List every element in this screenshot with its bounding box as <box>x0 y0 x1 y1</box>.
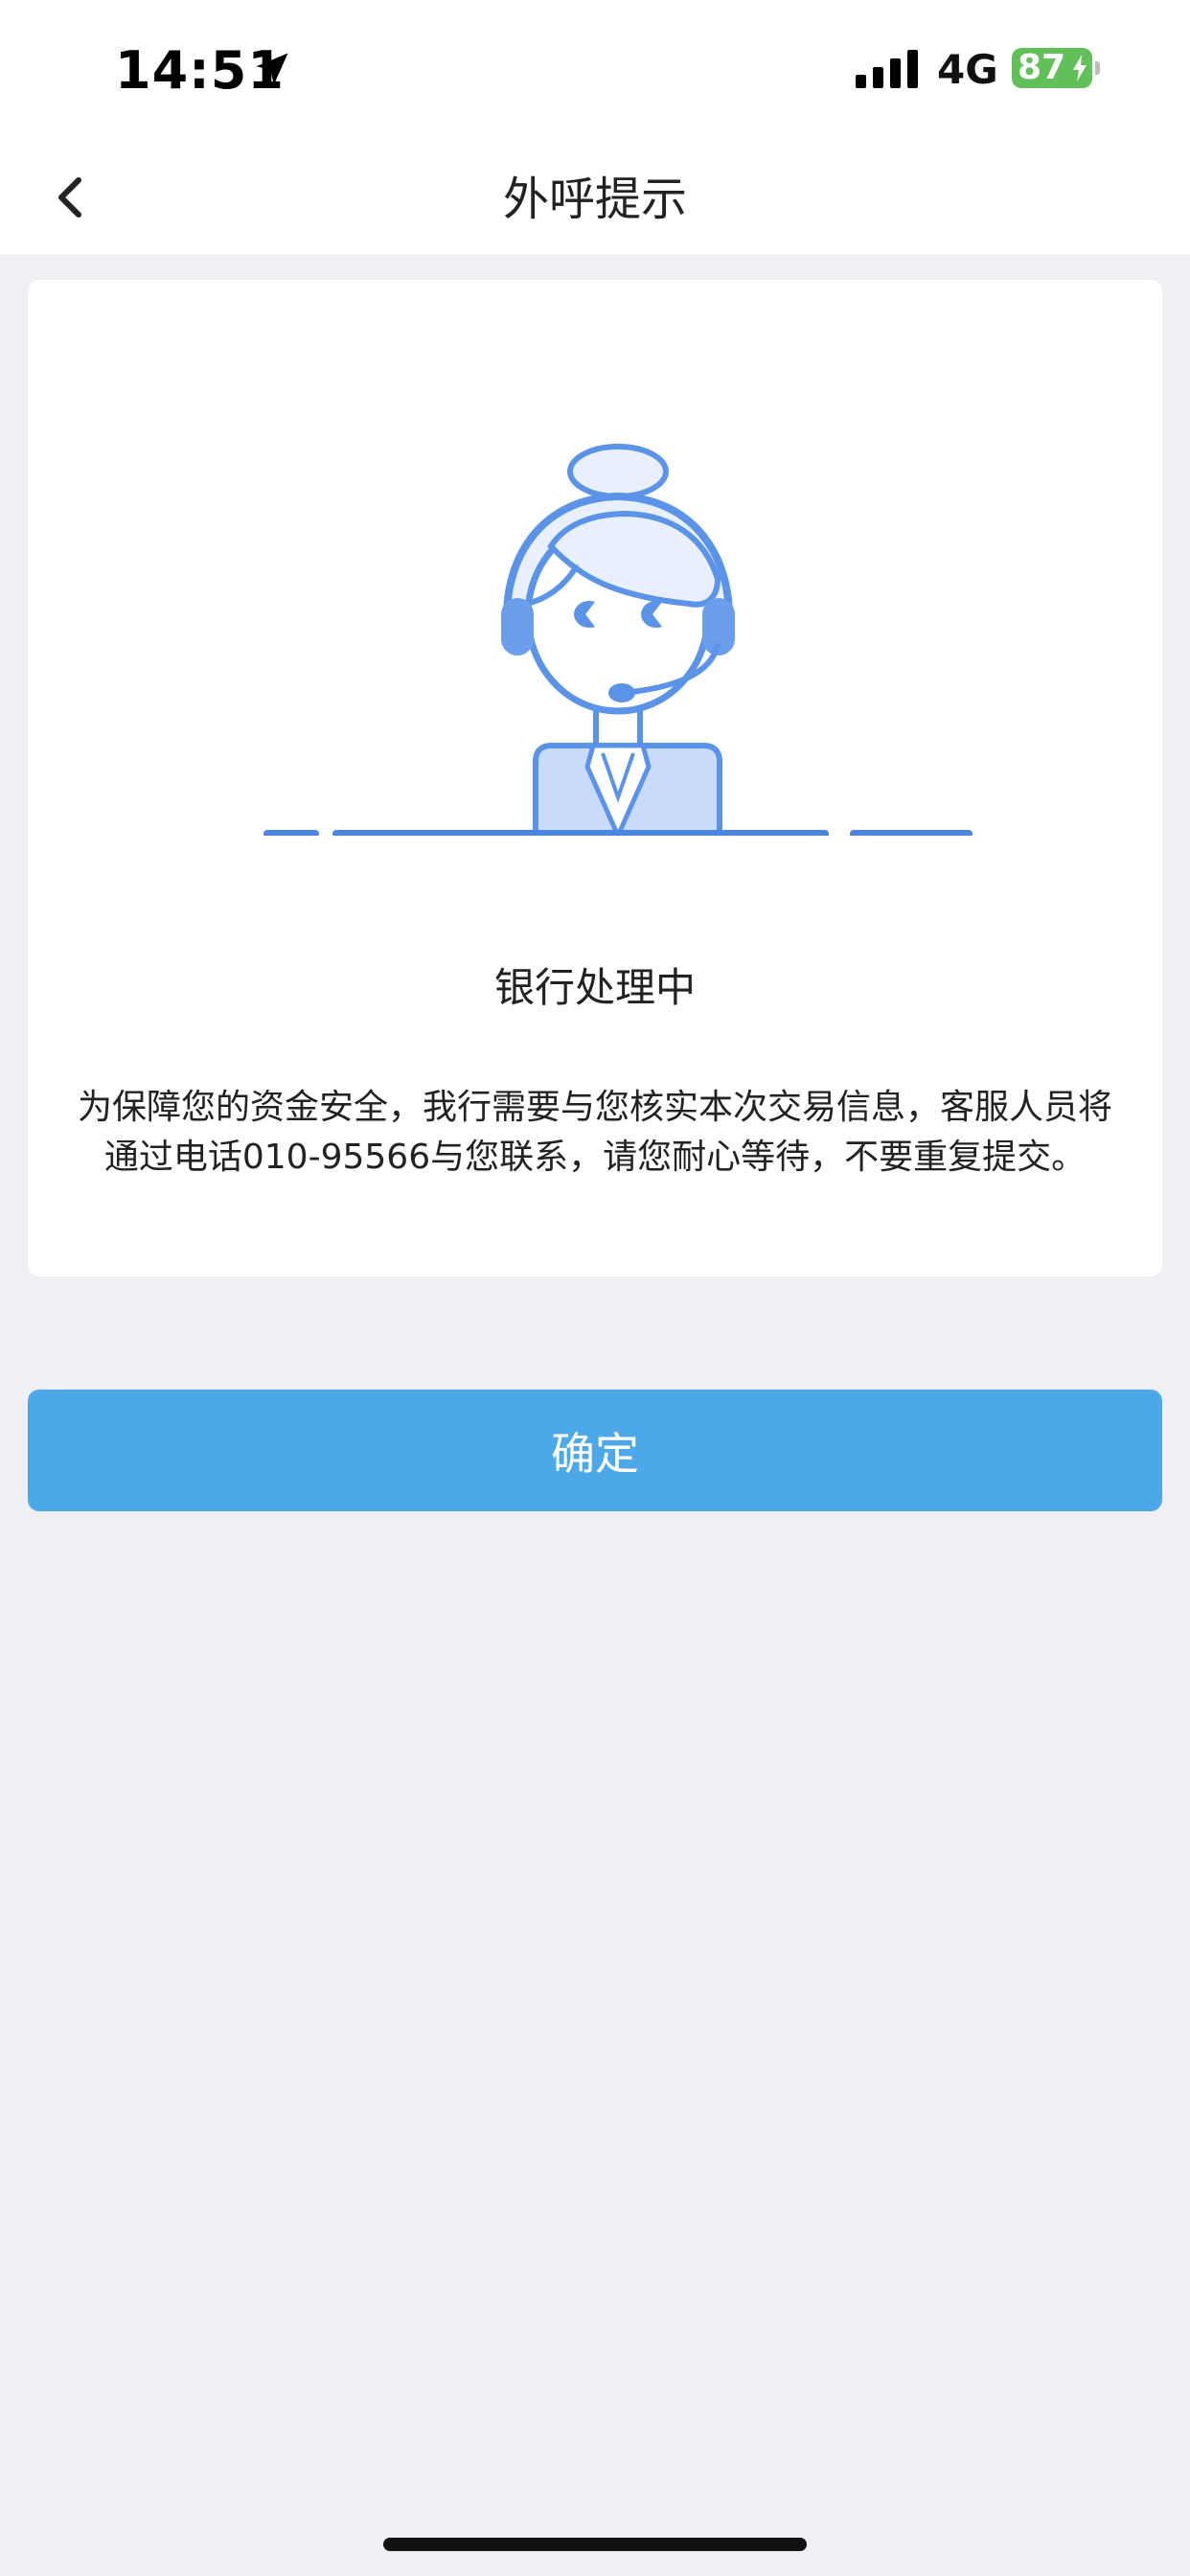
status-description: 为保障您的资金安全，我行需要与您核实本次交易信息，客服人员将通过电话010-95… <box>77 1088 1112 1177</box>
battery-cap <box>1095 61 1100 75</box>
network-type: 4G <box>937 46 998 93</box>
home-indicator[interactable] <box>383 2538 807 2551</box>
signal-icon <box>856 50 919 88</box>
notice-card: 银行处理中 为保障您的资金安全，我行需要与您核实本次交易信息，客服人员将通过电话… <box>28 280 1162 1276</box>
page-title: 外呼提示 <box>502 172 687 226</box>
customer-service-agent-illustration <box>263 444 973 836</box>
location-arrow-icon <box>251 48 293 90</box>
nav-bar: 外呼提示 <box>0 144 1190 254</box>
battery-icon: 87 <box>1012 48 1092 88</box>
status-title: 银行处理中 <box>493 964 696 1011</box>
confirm-button[interactable]: 确定 <box>28 1390 1162 1511</box>
charging-bolt-icon <box>1073 55 1087 81</box>
battery-level: 87 <box>1018 48 1066 87</box>
status-bar: 14:51 4G 87 <box>0 0 1190 144</box>
